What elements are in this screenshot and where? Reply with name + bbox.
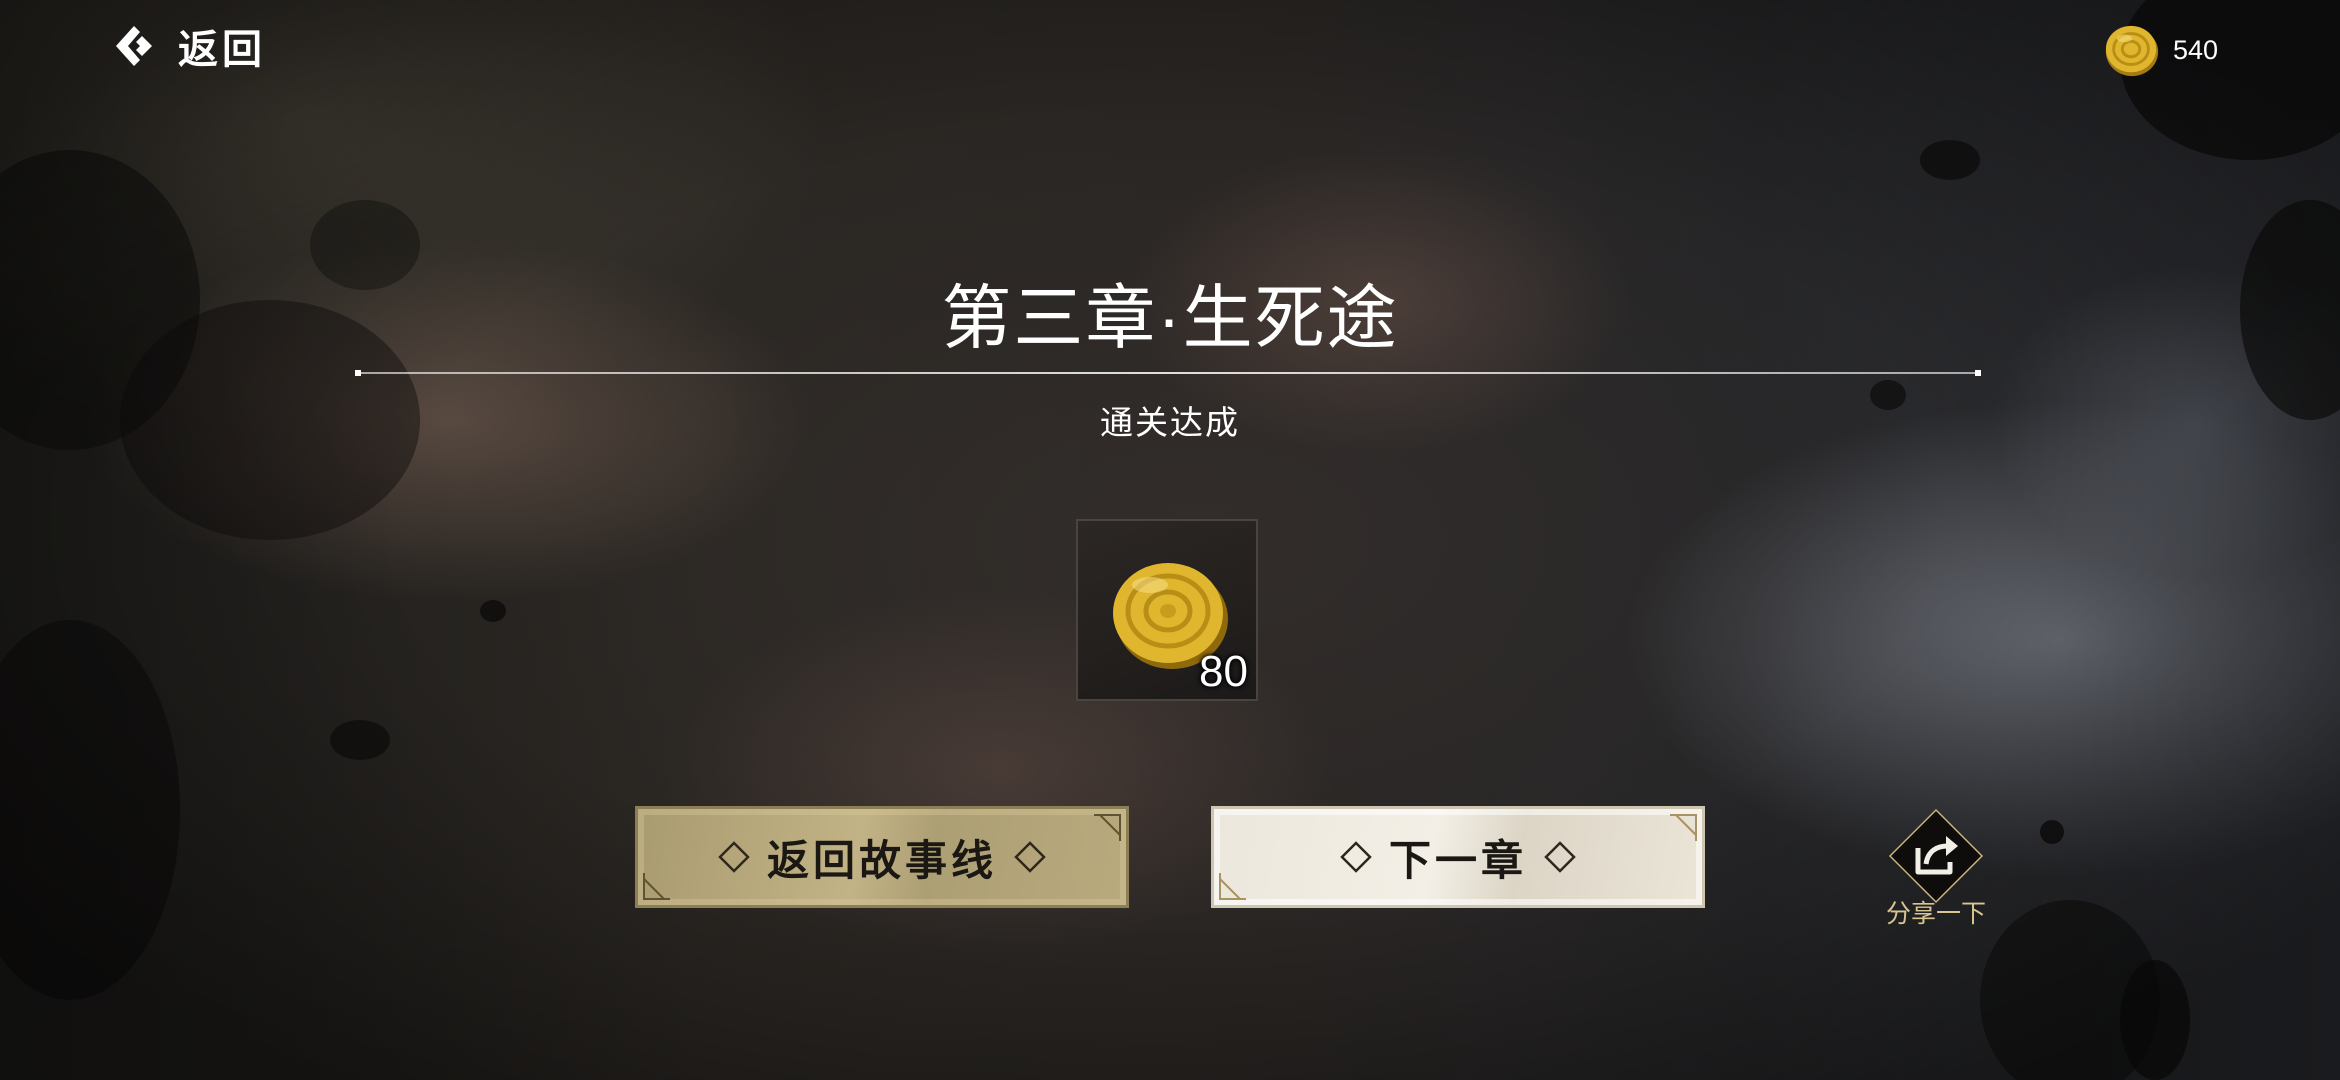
share-button[interactable]: 分享一下 [1884, 808, 1988, 928]
currency-value: 540 [2172, 34, 2218, 65]
corner-ornament-icon [643, 873, 670, 900]
corner-ornament-icon [1670, 814, 1697, 841]
back-arrow-icon [116, 26, 152, 66]
chapter-title: 第三章·生死途 [941, 279, 1399, 357]
title-divider [355, 370, 1981, 376]
diamond-icon [1014, 841, 1046, 873]
share-icon [1888, 808, 1984, 904]
reward-count: 80 [1199, 647, 1248, 696]
diamond-icon [718, 841, 750, 873]
corner-ornament-icon [1094, 814, 1121, 841]
back-button[interactable]: 返回 [112, 18, 266, 74]
back-label: 返回 [178, 26, 266, 73]
diamond-icon [1544, 841, 1576, 873]
return-storyline-label: 返回故事线 [766, 835, 997, 885]
return-storyline-button[interactable]: 返回故事线 [635, 806, 1129, 908]
chapter-complete-screen: 返回 540 第三章·生死途 通关达成 80 返回故事线 下一章 分享一下 [0, 0, 2340, 1080]
diamond-icon [1340, 841, 1372, 873]
gold-coin-icon [2105, 25, 2159, 77]
next-chapter-label: 下一章 [1388, 835, 1527, 885]
currency-display: 540 [2103, 20, 2218, 80]
share-label: 分享一下 [1885, 900, 1986, 928]
completion-status: 通关达成 [1100, 404, 1240, 441]
reward-item[interactable]: 80 [1076, 519, 1258, 701]
next-chapter-button[interactable]: 下一章 [1211, 806, 1705, 908]
corner-ornament-icon [1219, 873, 1246, 900]
